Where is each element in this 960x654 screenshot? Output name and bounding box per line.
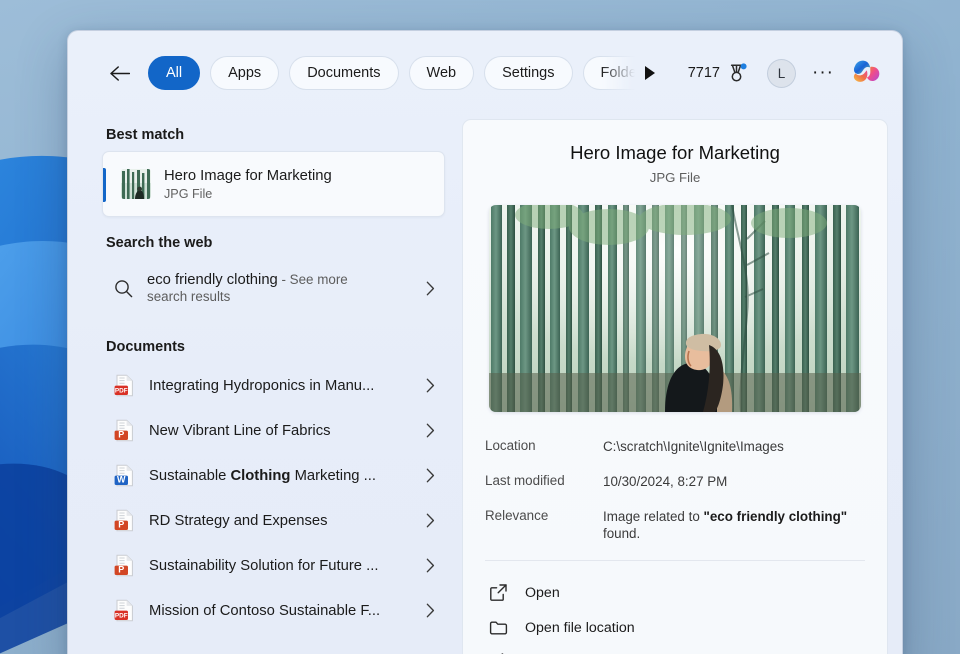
powerpoint-file-icon: P [114, 509, 133, 532]
document-result-row[interactable]: P RD Strategy and Expenses [102, 498, 445, 543]
preview-action-open[interactable]: Open [485, 575, 865, 610]
filter-pill-documents[interactable]: Documents [289, 56, 399, 90]
svg-text:P: P [118, 565, 124, 575]
filter-scroll-next-button[interactable] [637, 58, 663, 88]
filter-pill-folders[interactable]: Folders [582, 56, 635, 90]
chevron-right-icon [426, 378, 435, 393]
search-icon [115, 279, 133, 297]
web-search-result[interactable]: eco friendly clothing - See more search … [102, 259, 445, 317]
word-file-icon: W [114, 464, 133, 487]
preview-subtitle: JPG File [649, 170, 701, 185]
document-result-row[interactable]: P New Vibrant Line of Fabrics [102, 408, 445, 453]
metadata-key: Relevance [485, 507, 549, 523]
results-list-pane: Best match Hero Image for Marketing JPG … [68, 115, 459, 654]
preview-actions: Open Open file location Share [485, 575, 865, 654]
document-result-label: Integrating Hydroponics in Manu... [149, 377, 375, 394]
metadata-value: C:\scratch\Ignite\Ignite\Images [603, 439, 784, 454]
document-result-label: Sustainable Clothing Marketing ... [149, 467, 376, 484]
powerpoint-file-icon: P [114, 419, 133, 442]
chevron-right-icon [426, 558, 435, 573]
user-avatar[interactable]: L [767, 58, 796, 88]
svg-text:P: P [118, 430, 124, 440]
svg-text:P: P [118, 520, 124, 530]
selection-accent-bar [103, 168, 106, 202]
document-result-label: Mission of Contoso Sustainable F... [149, 602, 381, 619]
svg-text:W: W [117, 475, 126, 485]
document-result-label: RD Strategy and Expenses [149, 512, 328, 529]
document-result-row[interactable]: P Sustainability Solution for Future ... [102, 543, 445, 588]
preview-action-label: Open [525, 584, 560, 601]
image-thumbnail-icon [121, 169, 151, 199]
preview-title: Hero Image for Marketing [570, 142, 780, 163]
search-toolbar: All Apps Documents Web Settings Folders … [68, 31, 902, 115]
folder-icon [489, 621, 508, 635]
documents-heading: Documents [106, 339, 185, 355]
document-result-row[interactable]: PDF Integrating Hydroponics in Manu... [102, 363, 445, 408]
search-content: Best match Hero Image for Marketing JPG … [68, 115, 902, 654]
best-match-text: Hero Image for Marketing JPG File [164, 167, 332, 201]
preview-image [489, 205, 861, 412]
best-match-subtitle: JPG File [164, 187, 213, 202]
pdf-file-icon: PDF [114, 374, 133, 397]
preview-divider [485, 560, 865, 562]
back-arrow-icon [109, 65, 130, 81]
rewards-medal-icon [730, 62, 747, 82]
chevron-right-icon [426, 513, 435, 528]
toolbar-right-cluster: 7717 L ··· [682, 56, 884, 90]
document-result-row[interactable]: W Sustainable Clothing Marketing ... [102, 453, 445, 498]
web-result-see-more: - See more [277, 272, 348, 287]
filter-pill-apps[interactable]: Apps [210, 56, 280, 90]
preview-action-share[interactable]: Share [485, 645, 865, 654]
filter-pill-list: All Apps Documents Web Settings Folders … [148, 56, 635, 90]
filter-pill-settings[interactable]: Settings [484, 56, 573, 90]
metadata-key: Last modified [485, 472, 565, 488]
web-result-query-line: eco friendly clothing - See more [147, 272, 412, 288]
web-result-text: eco friendly clothing - See more search … [147, 272, 412, 304]
chevron-right-icon [426, 603, 435, 618]
rewards-count: 7717 [687, 65, 720, 81]
back-button[interactable] [102, 56, 136, 90]
web-result-query: eco friendly clothing [147, 272, 278, 288]
preview-action-open-file-location[interactable]: Open file location [485, 610, 865, 645]
metadata-value: 10/30/2024, 8:27 PM [603, 473, 728, 489]
filter-pill-web[interactable]: Web [408, 56, 475, 90]
chevron-right-icon [426, 468, 435, 483]
preview-metadata: Location C:\scratch\Ignite\Ignite\Images L… [485, 438, 865, 543]
image-thumbnail [121, 169, 151, 199]
copilot-icon[interactable] [850, 56, 884, 90]
metadata-key: Location [485, 438, 536, 453]
document-result-label: Sustainability Solution for Future ... [149, 557, 379, 574]
powerpoint-file-icon: P [114, 554, 133, 577]
document-result-row[interactable]: PDF Mission of Contoso Sustainable F... [102, 588, 445, 633]
preview-action-label: Open file location [525, 619, 635, 636]
best-match-title: Hero Image for Marketing [164, 167, 332, 184]
metadata-row: Relevance Image related to "eco friendly … [485, 508, 865, 544]
metadata-row: Location C:\scratch\Ignite\Ignite\Images [485, 438, 865, 456]
open-external-icon [490, 584, 507, 602]
play-triangle-icon [645, 66, 655, 80]
rewards-button[interactable]: 7717 [682, 59, 753, 88]
metadata-value: Image related to "eco friendly clothing"… [603, 508, 848, 542]
documents-list: PDF Integrating Hydroponics in Manu... P Ne… [102, 363, 445, 633]
best-match-heading: Best match [106, 127, 185, 143]
preview-pane: Hero Image for Marketing JPG File Locati… [462, 119, 888, 654]
svg-text:PDF: PDF [115, 613, 128, 620]
bamboo-forest-photo [489, 205, 861, 412]
chevron-right-icon [426, 423, 435, 438]
pdf-file-icon: PDF [114, 599, 133, 622]
filter-pill-all[interactable]: All [148, 56, 201, 90]
svg-text:PDF: PDF [115, 388, 128, 395]
chevron-right-icon [426, 281, 435, 295]
web-result-second-line: search results [147, 289, 231, 304]
more-options-button[interactable]: ··· [808, 58, 838, 88]
document-result-label: New Vibrant Line of Fabrics [149, 422, 331, 439]
metadata-row: Last modified 10/30/2024, 8:27 PM [485, 473, 865, 491]
best-match-result[interactable]: Hero Image for Marketing JPG File [102, 151, 445, 217]
search-window: All Apps Documents Web Settings Folders … [67, 30, 903, 654]
search-the-web-heading: Search the web [106, 235, 213, 251]
